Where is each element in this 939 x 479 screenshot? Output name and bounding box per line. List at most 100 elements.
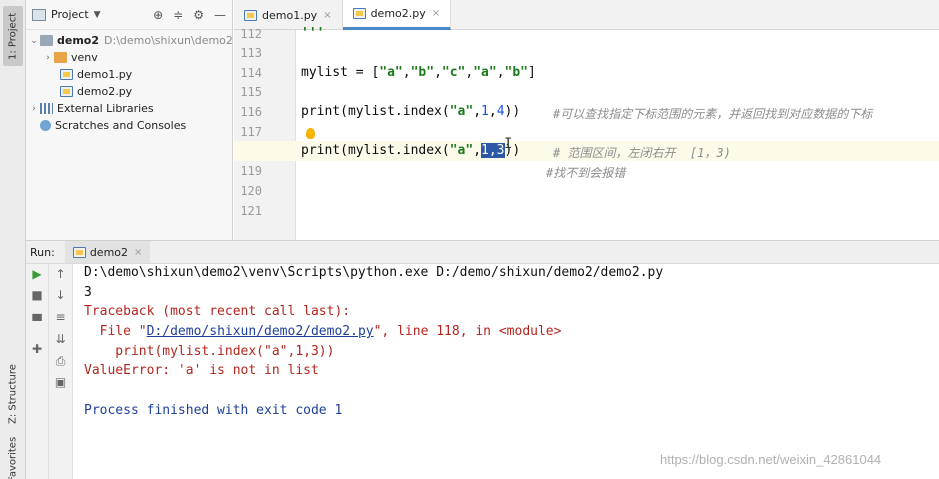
tree-item-venv[interactable]: › venv [26,49,233,66]
tab-demo2-py[interactable]: demo2.py × [342,0,452,30]
chevron-right-icon[interactable]: › [42,53,54,63]
arrow-down-icon[interactable]: ↓ [49,288,72,302]
left-tool-strip: 1: Project Z: Structure Favorites [0,0,26,479]
tree-item-label: demo2.py [77,85,133,98]
stop-icon[interactable]: ■ [26,288,48,302]
console-command: D:\demo\shixun\demo2\venv\Scripts\python… [84,265,664,280]
project-tool-tab[interactable]: 1: Project [3,6,23,66]
pin-icon[interactable]: ✚ [26,342,48,356]
line-number: 114 [240,66,262,80]
project-toolbar: ⊕ ≑ ⚙ — [153,8,226,22]
python-file-icon [352,8,366,19]
run-panel-header: Run: demo2 × [26,240,939,264]
code-text: ", line 118, in <module> [373,324,562,339]
print-icon[interactable]: ⎙ [49,354,72,369]
gear-icon[interactable]: ⚙ [193,8,204,22]
tree-item-external-libraries[interactable]: › External Libraries [26,100,233,117]
code-editor[interactable]: ''' mylist = ["a","b","c","a","b"] print… [234,26,939,240]
comment-line-119: #找不到会报错 [546,166,626,180]
line-number: 121 [240,204,262,218]
tree-item-demo2[interactable]: ⌄ demo2 D:\demo\shixun\demo2 [26,32,233,49]
chevron-down-icon[interactable]: ⌄ [28,36,40,46]
python-file-icon [60,69,73,80]
favorites-tool-tab[interactable]: Favorites [3,436,23,479]
run-tab-label: demo2 [89,245,129,259]
structure-tool-tab[interactable]: Z: Structure [3,360,23,428]
line-number: 112 [240,27,262,41]
number-literal: 1 [481,104,489,119]
string-literal: "a" [449,104,474,119]
code-text: print(mylist.index( [301,104,450,119]
scroll-to-end-icon[interactable]: ⇊ [49,332,72,346]
string-literal: "b" [504,65,529,80]
folder-icon [40,35,53,46]
console-error: ValueError: 'a' is not in list [84,363,319,378]
project-icon [32,8,46,21]
trash-icon[interactable]: ▣ [49,375,72,389]
tree-item-label: venv [71,51,98,64]
hide-icon[interactable]: — [214,8,226,22]
console-exit-status: Process finished with exit code 1 [84,403,343,418]
line-number: 116 [240,105,262,119]
console-code-line: print(mylist.index("a",1,3)) [84,344,335,359]
project-title[interactable]: Project [51,8,89,21]
tree-item-label: Scratches and Consoles [55,119,187,132]
string-literal: "c" [441,65,466,80]
tree-item-path: D:\demo\shixun\demo2 [104,34,233,47]
soft-wrap-icon[interactable]: ≡ [49,310,72,324]
code-line-118: print(mylist.index("a",1,3)) [301,143,521,158]
tree-item-label: External Libraries [57,102,154,115]
tab-demo1-py[interactable]: demo1.py × [234,0,343,30]
tab-label: demo1.py [262,8,318,22]
tree-item-label: demo2 [57,34,100,47]
code-line-112: ''' [301,26,324,41]
string-literal: "a" [379,65,403,80]
run-label: Run: [30,245,55,259]
text-cursor-icon: I [504,136,513,152]
line-number: 113 [240,46,262,60]
code-line-116: print(mylist.index("a",1,4)) [301,104,521,119]
selected-text: 1,3 [481,143,505,158]
code-text: File " [84,324,147,339]
console-output[interactable]: D:\demo\shixun\demo2\venv\Scripts\python… [74,264,939,479]
python-file-icon [60,86,73,97]
run-toolbar-primary: ▶ ■ ▀ ✚ [26,264,49,479]
rerun-icon[interactable]: ▶ [26,267,48,281]
locate-icon[interactable]: ⊕ [153,8,163,22]
code-text: print(mylist.index( [301,143,450,158]
string-literal: ''' [301,26,325,41]
string-literal: "b" [410,65,435,80]
run-tab-demo2[interactable]: demo2 × [64,241,151,263]
intention-bulb-icon[interactable] [306,128,315,139]
watermark: https://blog.csdn.net/weixin_42861044 [660,452,882,467]
file-link[interactable]: D:/demo/shixun/demo2/demo2.py [147,324,374,339]
folder-icon [54,52,67,63]
tree-item-demo2-py[interactable]: demo2.py [26,83,233,100]
code-line-114: mylist = ["a","b","c","a","b"] [301,65,536,80]
console-traceback: Traceback (most recent call last): [84,304,351,319]
python-file-icon [72,246,86,258]
close-icon[interactable]: × [134,247,142,258]
project-header: Project ▼ ⊕ ≑ ⚙ — [26,0,232,30]
arrow-up-icon[interactable]: ↑ [49,267,72,281]
string-literal: "a" [449,143,474,158]
layout-icon[interactable]: ▀ [26,314,48,328]
collapse-icon[interactable]: ≑ [173,8,183,22]
project-panel: Project ▼ ⊕ ≑ ⚙ — ⌄ demo2 D:\demo\shixun… [26,0,233,240]
console-file-line: File "D:/demo/shixun/demo2/demo2.py", li… [84,324,562,339]
chevron-right-icon[interactable]: › [28,104,40,114]
line-number: 115 [240,85,262,99]
close-icon[interactable]: × [432,8,440,19]
number-literal: 4 [496,104,505,119]
line-number: 120 [240,184,262,198]
string-literal: "a" [473,65,497,80]
python-file-icon [244,9,257,21]
tree-item-demo1-py[interactable]: demo1.py [26,66,233,83]
code-text: mylist = [ [301,65,380,80]
close-icon[interactable]: × [323,10,331,21]
tree-item-label: demo1.py [77,68,133,81]
chevron-down-icon[interactable]: ▼ [94,10,101,20]
line-number: 117 [240,125,262,139]
tab-label: demo2.py [370,7,426,20]
tree-item-scratches[interactable]: Scratches and Consoles [26,117,233,134]
